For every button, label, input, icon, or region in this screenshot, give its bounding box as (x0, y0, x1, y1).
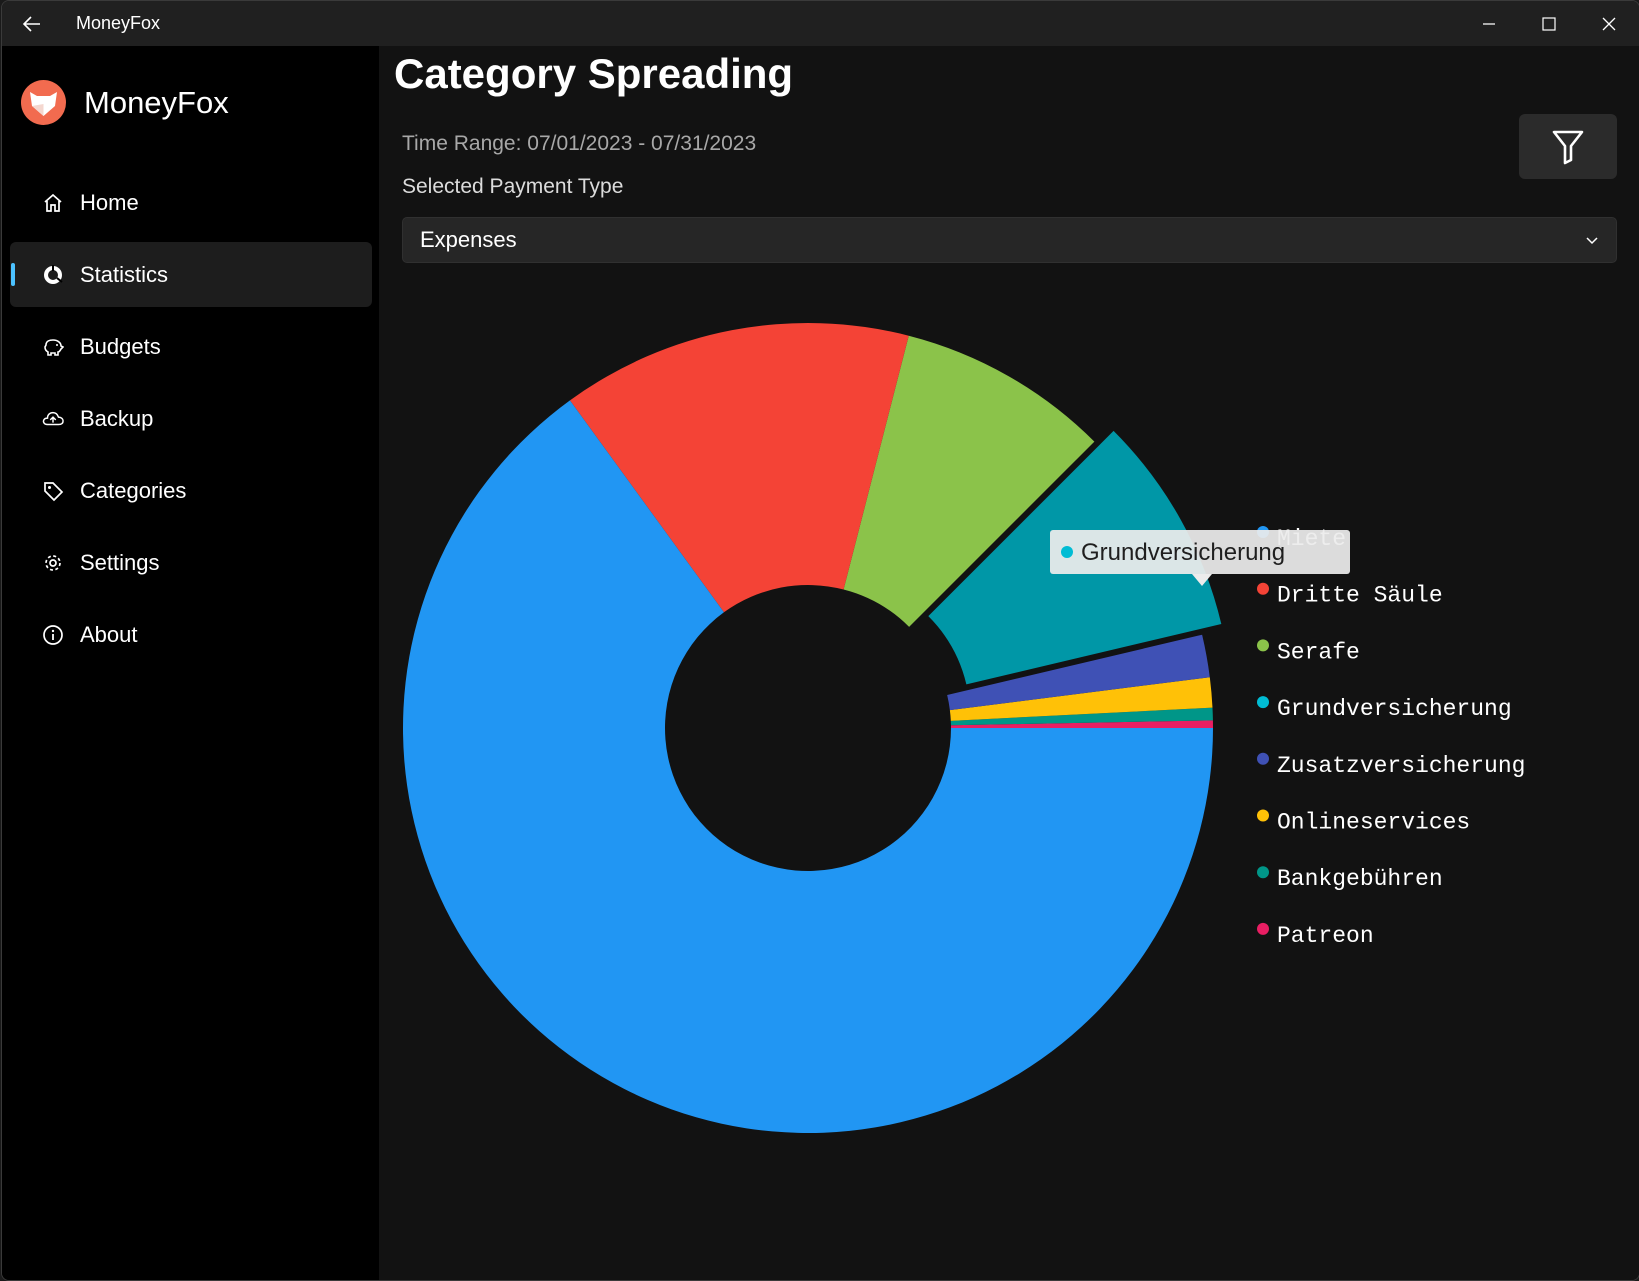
moneyfox-logo-icon (21, 80, 66, 125)
legend-color-dot (1257, 582, 1269, 595)
nav-item-label: Statistics (80, 261, 169, 287)
tooltip-label: Grundversicherung (1081, 539, 1285, 566)
nav-item-categories[interactable]: Categories (10, 458, 372, 523)
legend-color-dot (1257, 639, 1269, 652)
nav-item-label: Categories (80, 477, 187, 503)
minimize-button[interactable] (1459, 1, 1519, 46)
sidebar: MoneyFox Home Statistics Budgets Backup … (2, 46, 379, 1280)
nav-item-budgets[interactable]: Budgets (10, 314, 372, 379)
nav-menu: Home Statistics Budgets Backup Categorie… (10, 170, 372, 674)
nav-item-settings[interactable]: Settings (10, 530, 372, 595)
statistics-icon (42, 264, 64, 286)
close-icon (1602, 17, 1616, 30)
tooltip-color-dot (1061, 546, 1073, 558)
category-donut-chart: MieteDritte SäuleSerafeGrundversicherung… (403, 323, 1525, 1133)
legend-item-label[interactable]: Patreon (1277, 923, 1374, 949)
legend-item-label[interactable]: Grundversicherung (1277, 696, 1512, 722)
piggy-bank-icon (42, 336, 64, 358)
gear-icon (42, 552, 64, 574)
chart-slices (403, 323, 1222, 1133)
info-icon (42, 624, 64, 646)
nav-item-statistics[interactable]: Statistics (10, 242, 372, 307)
legend-item-label[interactable]: Bankgebühren (1277, 866, 1443, 892)
nav-item-home[interactable]: Home (10, 170, 372, 235)
arrow-left-icon (22, 15, 40, 32)
brand: MoneyFox (21, 80, 229, 125)
legend-item-label[interactable]: Onlineservices (1277, 810, 1470, 836)
minimize-icon (1483, 22, 1495, 25)
nav-item-label: Backup (80, 405, 154, 431)
nav-item-label: Home (80, 189, 139, 215)
legend-color-dot (1257, 752, 1269, 765)
window-title: MoneyFox (76, 13, 161, 33)
main-content: Category Spreading Time Range: 07/01/202… (379, 46, 1639, 1280)
legend-color-dot (1257, 809, 1269, 822)
close-button[interactable] (1579, 1, 1639, 46)
legend-item-label[interactable]: Dritte Säule (1277, 583, 1443, 609)
legend-color-dot (1257, 866, 1269, 879)
nav-item-backup[interactable]: Backup (10, 386, 372, 451)
legend-item-label[interactable]: Serafe (1277, 639, 1360, 665)
legend-item-label[interactable]: Zusatzversicherung (1277, 753, 1525, 779)
back-button[interactable] (2, 1, 62, 46)
cloud-upload-icon (42, 408, 64, 430)
nav-item-label: Budgets (80, 333, 161, 359)
home-icon (42, 192, 64, 214)
legend-color-dot (1257, 922, 1269, 935)
nav-item-about[interactable]: About (10, 602, 372, 667)
maximize-button[interactable] (1519, 1, 1579, 46)
title-bar: MoneyFox (2, 1, 1639, 46)
nav-item-label: Settings (80, 549, 160, 575)
maximize-icon (1542, 16, 1556, 31)
brand-name: MoneyFox (84, 84, 229, 120)
app-window: MoneyFox MoneyFox Home Statistics Budget… (1, 0, 1639, 1281)
chart-legend: MieteDritte SäuleSerafeGrundversicherung… (1257, 526, 1525, 949)
tag-icon (42, 480, 64, 502)
legend-color-dot (1257, 696, 1269, 709)
nav-item-label: About (80, 621, 138, 647)
